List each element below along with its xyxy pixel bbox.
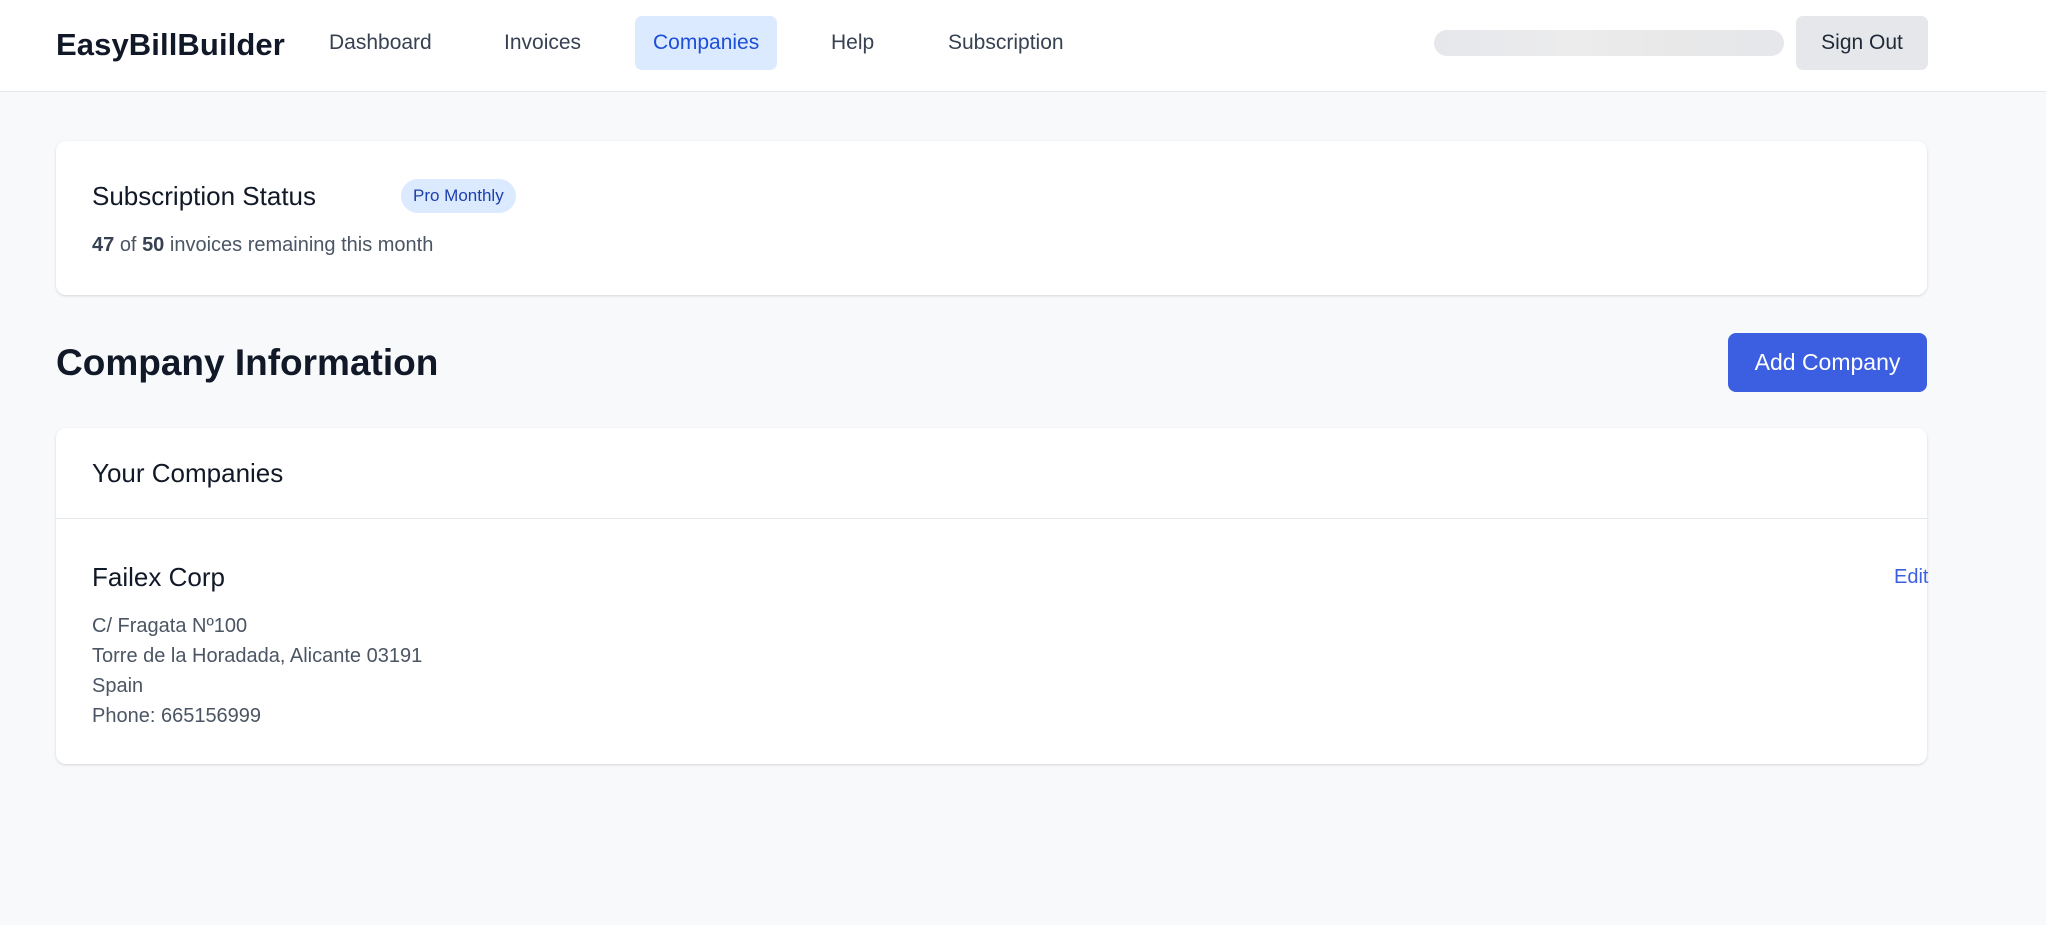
company-phone: Phone: 665156999 [92,705,262,727]
edit-company-link[interactable]: Edit [1894,566,1928,589]
invoices-total-count: 50 [142,234,165,256]
page-title: Company Information [56,342,439,383]
remaining-suffix: invoices remaining this month [169,234,434,256]
company-name: Failex Corp [92,562,225,592]
company-details: C/ Fragata Nº100 Torre de la Horadada, A… [92,611,422,731]
nav-dashboard[interactable]: Dashboard [311,16,450,70]
companies-card: Your Companies Failex Corp Edit C/ Fraga… [56,428,1928,764]
subscription-status-title: Subscription Status [92,181,317,211]
nav-help[interactable]: Help [813,16,892,70]
plan-badge: Pro Monthly [401,179,516,213]
companies-card-title: Your Companies [92,458,284,488]
nav-companies[interactable]: Companies [635,16,778,70]
nav-invoices[interactable]: Invoices [486,16,599,70]
invoices-remaining-count: 47 [92,234,115,256]
app-logo[interactable]: EasyBillBuilder [56,27,285,63]
company-address-line2: Torre de la Horadada, Alicante 03191 [92,645,423,667]
companies-card-header: Your Companies [56,428,1927,519]
of-text: of [119,234,137,256]
company-address-line1: C/ Fragata Nº100 [92,615,248,637]
sign-out-button[interactable]: Sign Out [1796,16,1928,70]
user-email-redacted [1434,30,1784,56]
subscription-status-card: Subscription Status Pro Monthly 47 of 50… [56,141,1927,295]
nav-subscription[interactable]: Subscription [930,16,1082,70]
top-navbar: EasyBillBuilder Dashboard Invoices Compa… [0,0,2046,92]
company-country: Spain [92,675,144,697]
invoices-remaining-text: 47 of 50 invoices remaining this month [92,234,433,257]
add-company-button[interactable]: Add Company [1728,333,1927,392]
